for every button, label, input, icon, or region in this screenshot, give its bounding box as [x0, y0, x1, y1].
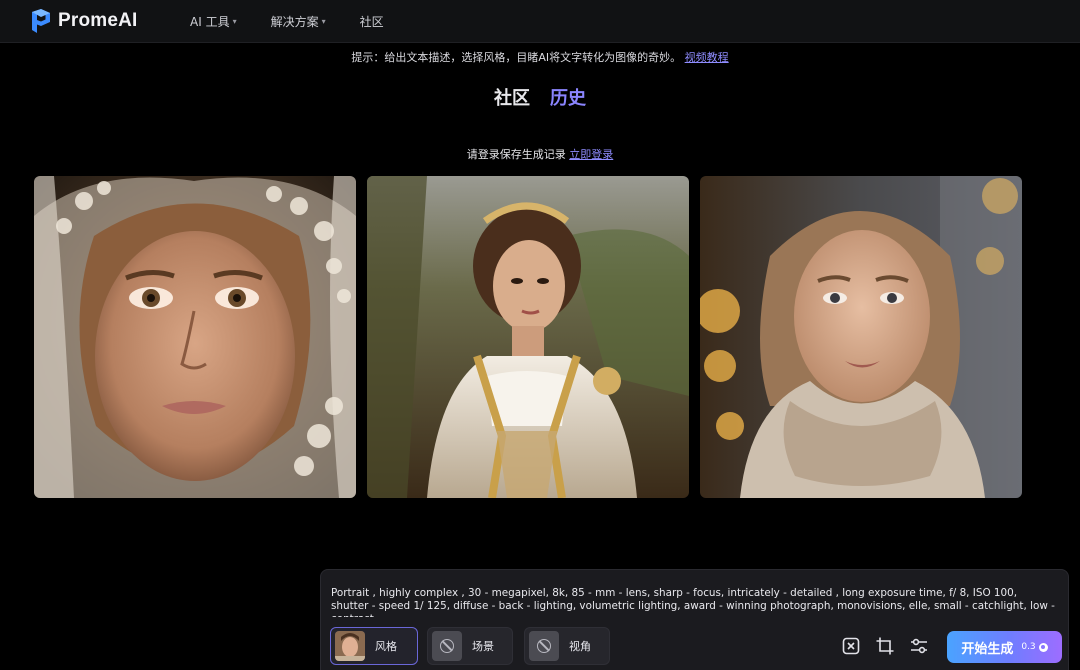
- gallery-tabs: 社区 历史: [0, 84, 1080, 110]
- option-style-label: 风格: [375, 640, 397, 653]
- result-image-2[interactable]: [367, 176, 689, 498]
- generate-label: 开始生成: [961, 641, 1014, 657]
- option-angle-label: 视角: [569, 640, 591, 653]
- portrait-veil-image: [34, 176, 356, 498]
- option-scene[interactable]: 场景: [427, 627, 513, 665]
- login-notice-text: 请登录保存生成记录: [466, 148, 566, 161]
- nav-community-label: 社区: [359, 14, 384, 29]
- result-gallery: [34, 176, 1022, 498]
- prompt-textarea[interactable]: Portrait , highly complex , 30 - megapix…: [331, 587, 1056, 617]
- result-image-1[interactable]: [34, 176, 356, 498]
- nav-ai-tools[interactable]: AI 工具 ▾: [190, 13, 237, 30]
- prompt-panel: Portrait , highly complex , 30 - megapix…: [320, 569, 1069, 670]
- crop-button[interactable]: [875, 636, 895, 656]
- portrait-gown-image: [367, 176, 689, 498]
- intro-text-cutoff: [0, 31, 1080, 43]
- logo-text: PromeAI: [58, 10, 138, 31]
- chevron-down-icon: ▾: [232, 16, 237, 26]
- intro-tip: 提示：给出文本描述，选择风格，目睹AI将文字转化为图像的奇妙。 视频教程: [0, 49, 1080, 65]
- chevron-down-icon: ▾: [321, 16, 326, 26]
- option-style[interactable]: 风格: [330, 627, 418, 665]
- tab-history[interactable]: 历史: [550, 84, 586, 110]
- clear-prompt-button[interactable]: [841, 636, 861, 656]
- option-scene-thumb: [432, 631, 462, 661]
- close-box-icon: [842, 637, 860, 655]
- intro-tip-text: 提示：给出文本描述，选择风格，目睹AI将文字转化为图像的奇妙。: [351, 51, 682, 64]
- login-notice: 请登录保存生成记录 立即登录: [0, 146, 1080, 162]
- crop-icon: [876, 637, 894, 655]
- portrait-scarf-image: [700, 176, 1022, 498]
- settings-button[interactable]: [909, 636, 929, 656]
- nav-solutions[interactable]: 解决方案 ▾: [271, 13, 326, 30]
- option-angle[interactable]: 视角: [524, 627, 610, 665]
- nav-solutions-label: 解决方案: [270, 14, 319, 29]
- login-link[interactable]: 立即登录: [569, 148, 613, 161]
- tab-community[interactable]: 社区: [494, 84, 530, 110]
- nav-community[interactable]: 社区: [360, 13, 384, 30]
- coin-icon: [1038, 642, 1048, 652]
- ban-icon: [440, 639, 454, 653]
- ban-icon: [537, 639, 551, 653]
- style-thumbnail: [335, 631, 365, 661]
- nav-ai-tools-label: AI 工具: [190, 14, 230, 29]
- generate-cost: 0.3: [1021, 642, 1048, 652]
- sliders-icon: [911, 638, 927, 654]
- result-image-3[interactable]: [700, 176, 1022, 498]
- generate-cost-value: 0.3: [1021, 642, 1036, 652]
- generate-button[interactable]: 开始生成 0.3: [947, 631, 1062, 663]
- option-angle-thumb: [529, 631, 559, 661]
- option-scene-label: 场景: [472, 640, 494, 653]
- tutorial-link[interactable]: 视频教程: [685, 51, 729, 64]
